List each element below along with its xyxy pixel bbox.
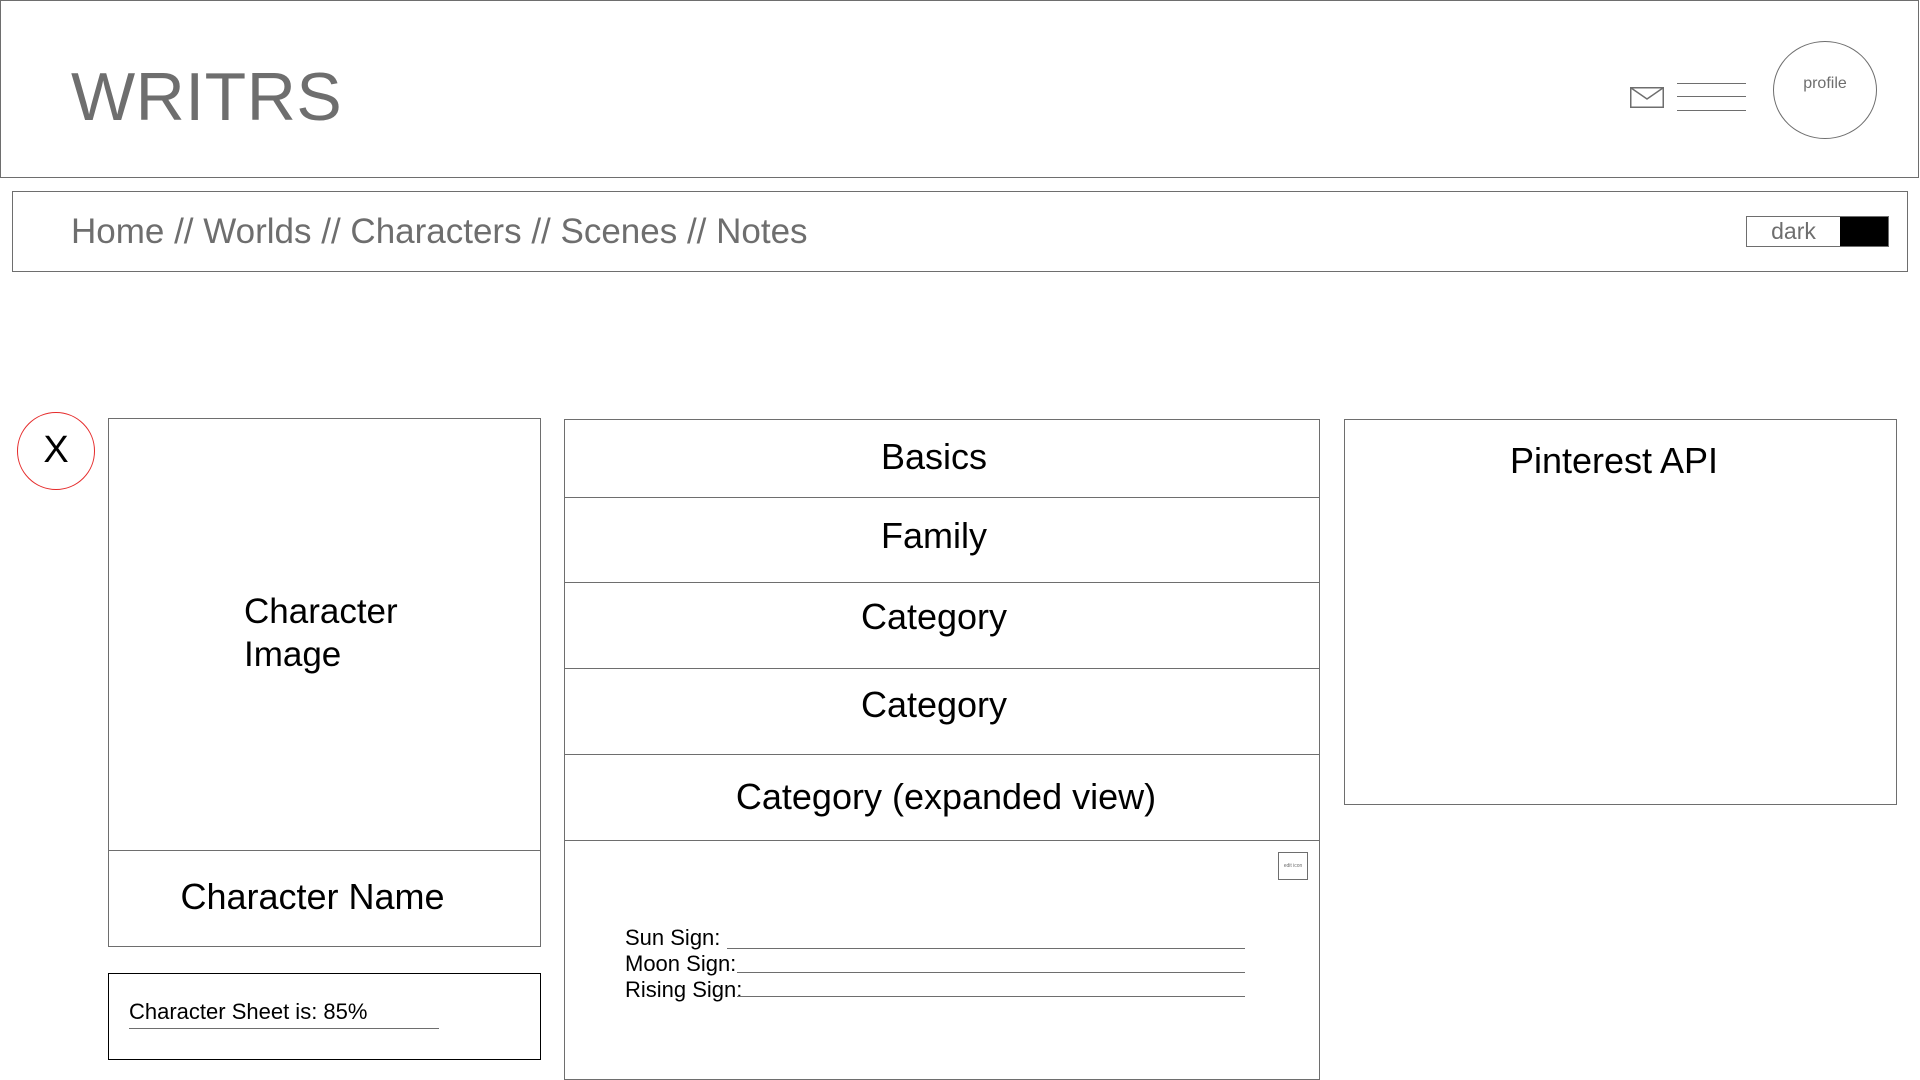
section-divider [564,497,1320,498]
edit-icon[interactable]: edit icon [1278,852,1308,880]
breadcrumb-nav[interactable]: Home // Worlds // Characters // Scenes /… [71,212,808,252]
section-family[interactable]: Family [564,515,1304,557]
character-image-label: Character Image [244,592,398,674]
dark-mode-toggle[interactable]: dark [1746,216,1889,247]
section-category-expanded[interactable]: Category (expanded view) [564,776,1328,818]
pinterest-title: Pinterest API [1509,440,1719,481]
section-divider [564,840,1320,841]
moon-sign-input[interactable] [737,972,1245,973]
section-category[interactable]: Category [564,684,1304,726]
sun-sign-label: Sun Sign: [625,925,721,950]
character-sheet-underline [129,1028,439,1029]
rising-sign-label: Rising Sign: [625,977,743,1002]
profile-avatar[interactable]: profile [1773,41,1877,139]
mail-icon[interactable] [1630,87,1664,108]
character-name: Character Name [180,876,445,917]
section-divider [564,582,1320,583]
dark-mode-swatch [1840,217,1888,246]
section-basics[interactable]: Basics [564,436,1304,478]
sun-sign-input[interactable] [727,948,1245,949]
section-divider [564,754,1320,755]
section-divider [564,668,1320,669]
section-category[interactable]: Category [564,596,1304,638]
profile-label: profile [1803,75,1847,92]
character-sheet-status: Character Sheet is: 85% [129,999,368,1024]
close-label: X [43,429,69,471]
dark-mode-label: dark [1771,218,1816,244]
rising-sign-input[interactable] [737,996,1245,997]
moon-sign-label: Moon Sign: [625,951,737,976]
app-logo[interactable]: WRITRS [71,58,342,136]
hamburger-menu-icon[interactable] [1677,83,1746,113]
close-button[interactable]: X [17,412,95,490]
